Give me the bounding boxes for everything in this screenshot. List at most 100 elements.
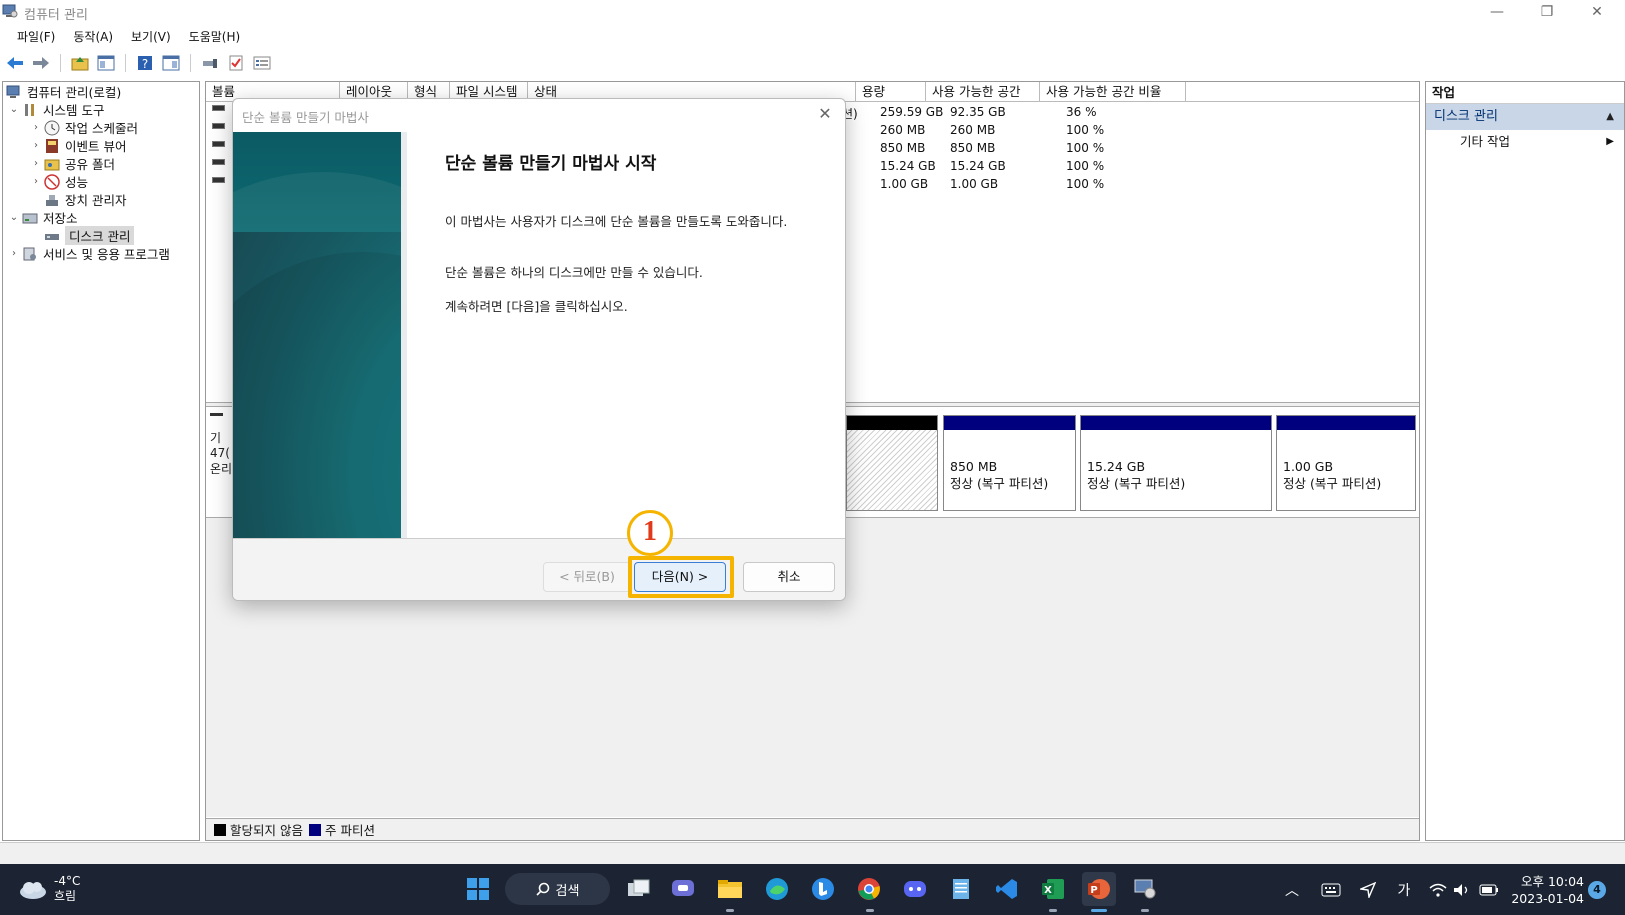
tree-label: 장치 관리자 bbox=[65, 193, 127, 208]
tree-item-services-apps[interactable]: › 서비스 및 응용 프로그램 bbox=[7, 244, 170, 263]
excel-icon[interactable]: X bbox=[1036, 872, 1070, 906]
percent-cell: 100 % bbox=[1066, 177, 1105, 191]
chevron-right-icon[interactable]: › bbox=[29, 140, 43, 151]
navigation-tree: 컴퓨터 관리(로컬) ⌄ 시스템 도구 › 작업 스케줄러 › 이벤트 뷰어 ›… bbox=[2, 81, 200, 841]
tree-item-system-tools[interactable]: ⌄ 시스템 도구 bbox=[7, 100, 105, 119]
dialog-close-button[interactable]: ✕ bbox=[813, 103, 837, 125]
chevron-right-icon[interactable]: › bbox=[29, 158, 43, 169]
back-button[interactable]: < 뒤로(B) bbox=[543, 562, 631, 592]
capacity-cell: 1.00 GB bbox=[880, 177, 929, 191]
properties-icon[interactable] bbox=[251, 53, 273, 73]
partition-unallocated[interactable] bbox=[846, 415, 938, 511]
running-indicator bbox=[1141, 909, 1149, 912]
help-icon[interactable]: ? bbox=[134, 53, 156, 73]
chevron-down-icon[interactable]: ⌄ bbox=[7, 104, 21, 115]
show-action-pane-icon[interactable] bbox=[160, 53, 182, 73]
tree-item-shared-folders[interactable]: › 공유 폴더 bbox=[29, 154, 115, 173]
checklist-icon[interactable] bbox=[225, 53, 247, 73]
connect-icon[interactable] bbox=[199, 53, 221, 73]
legend-swatch-unallocated bbox=[214, 823, 226, 836]
keyboard-icon[interactable] bbox=[1318, 864, 1344, 915]
file-explorer-icon[interactable] bbox=[713, 872, 747, 906]
action-more-actions[interactable]: 기타 작업 ▶ bbox=[1426, 130, 1624, 154]
task-view-icon[interactable] bbox=[622, 872, 656, 906]
chrome-icon[interactable] bbox=[852, 872, 886, 906]
clock[interactable]: 오후 10:04 2023-01-04 bbox=[1508, 873, 1584, 907]
wizard-paragraph-2: 단순 볼륨은 하나의 디스크에만 만들 수 있습니다. bbox=[445, 265, 703, 280]
tools-icon bbox=[21, 102, 39, 118]
partition-recovery-3[interactable]: 1.00 GB 정상 (복구 파티션) bbox=[1276, 415, 1416, 511]
chevron-up-icon[interactable]: ︿ bbox=[1280, 864, 1304, 915]
tree-item-root[interactable]: 컴퓨터 관리(로컬) bbox=[5, 82, 121, 101]
up-folder-icon[interactable] bbox=[69, 53, 91, 73]
menu-view[interactable]: 보기(V) bbox=[122, 28, 180, 45]
new-simple-volume-wizard: 단순 볼륨 만들기 마법사 ✕ 단순 볼륨 만들기 마법사 시작 이 마법사는 … bbox=[232, 98, 846, 601]
chevron-right-icon[interactable]: › bbox=[29, 122, 43, 133]
chevron-right-icon[interactable]: › bbox=[29, 176, 43, 187]
tree-item-task-scheduler[interactable]: › 작업 스케줄러 bbox=[29, 118, 138, 137]
show-hide-tree-icon[interactable] bbox=[95, 53, 117, 73]
computer-management-taskbar-icon[interactable] bbox=[1128, 872, 1162, 906]
volume-icon bbox=[212, 159, 225, 165]
wifi-icon[interactable] bbox=[1426, 864, 1450, 915]
location-icon[interactable] bbox=[1356, 864, 1380, 915]
cancel-button[interactable]: 취소 bbox=[743, 562, 835, 592]
percent-cell: 100 % bbox=[1066, 141, 1105, 155]
tree-item-performance[interactable]: › 성능 bbox=[29, 172, 88, 191]
column-free-percent[interactable]: 사용 가능한 공간 비율 bbox=[1040, 82, 1186, 102]
close-button[interactable]: ✕ bbox=[1574, 0, 1620, 24]
free-cell: 15.24 GB bbox=[950, 159, 1006, 173]
restore-button[interactable]: ❐ bbox=[1524, 0, 1570, 24]
edge-icon[interactable] bbox=[760, 872, 794, 906]
tree-item-disk-management[interactable]: 디스크 관리 bbox=[43, 226, 135, 245]
taskbar: -4°C 흐림 검색 X P ︿ 가 오후 10:04 2023-01-04 4 bbox=[0, 864, 1625, 915]
chevron-right-icon[interactable]: › bbox=[7, 248, 21, 259]
disk-management-icon bbox=[43, 228, 61, 244]
notepad-icon[interactable] bbox=[944, 872, 978, 906]
volume-icon[interactable] bbox=[1450, 864, 1474, 915]
taskbar-search[interactable]: 검색 bbox=[505, 873, 610, 905]
menu-help[interactable]: 도움말(H) bbox=[180, 28, 250, 45]
percent-cell: 100 % bbox=[1066, 159, 1105, 173]
tree-label: 저장소 bbox=[43, 211, 78, 226]
device-manager-icon bbox=[43, 192, 61, 208]
start-button[interactable] bbox=[461, 872, 495, 906]
column-free-space[interactable]: 사용 가능한 공간 bbox=[926, 82, 1040, 102]
tree-item-device-manager[interactable]: 장치 관리자 bbox=[43, 190, 126, 209]
tree-label: 공유 폴더 bbox=[65, 157, 115, 172]
back-arrow-icon[interactable] bbox=[4, 53, 26, 73]
wizard-side-banner bbox=[233, 132, 401, 538]
collapse-up-icon[interactable]: ▲ bbox=[1606, 104, 1614, 130]
wizard-heading: 단순 볼륨 만들기 마법사 시작 bbox=[445, 154, 657, 174]
volume-icon bbox=[212, 105, 225, 111]
notification-badge[interactable]: 4 bbox=[1588, 881, 1606, 899]
chevron-down-icon[interactable]: ⌄ bbox=[7, 212, 21, 223]
running-indicator bbox=[866, 909, 874, 912]
partition-size: 1.00 GB bbox=[1283, 459, 1334, 474]
partition-bar bbox=[847, 416, 937, 430]
action-group-disk-management[interactable]: 디스크 관리 ▲ bbox=[1426, 104, 1624, 130]
column-capacity[interactable]: 용량 bbox=[856, 82, 926, 102]
percent-cell: 36 % bbox=[1066, 105, 1097, 119]
partition-recovery-2[interactable]: 15.24 GB 정상 (복구 파티션) bbox=[1080, 415, 1272, 511]
menu-action[interactable]: 동작(A) bbox=[64, 28, 122, 45]
minimize-button[interactable]: — bbox=[1474, 0, 1520, 24]
tree-label: 컴퓨터 관리(로컬) bbox=[27, 85, 122, 100]
forward-arrow-icon[interactable] bbox=[30, 53, 52, 73]
powerpoint-icon[interactable]: P bbox=[1082, 872, 1116, 906]
ime-indicator[interactable]: 가 bbox=[1392, 864, 1416, 915]
free-cell: 92.35 GB bbox=[950, 105, 1006, 119]
weather-widget[interactable]: -4°C 흐림 bbox=[18, 874, 80, 904]
discord-icon[interactable] bbox=[898, 872, 932, 906]
tree-item-storage[interactable]: ⌄ 저장소 bbox=[7, 208, 78, 227]
menu-file[interactable]: 파일(F) bbox=[8, 28, 64, 45]
search-label: 검색 bbox=[555, 883, 580, 899]
teams-chat-icon[interactable] bbox=[666, 872, 700, 906]
partition-recovery-1[interactable]: 850 MB 정상 (복구 파티션) bbox=[943, 415, 1076, 511]
tree-item-event-viewer[interactable]: › 이벤트 뷰어 bbox=[29, 136, 126, 155]
bing-icon[interactable] bbox=[806, 872, 840, 906]
battery-icon[interactable] bbox=[1476, 864, 1502, 915]
computer-management-icon bbox=[2, 3, 18, 19]
weather-condition: 흐림 bbox=[54, 889, 77, 903]
vscode-icon[interactable] bbox=[990, 872, 1024, 906]
